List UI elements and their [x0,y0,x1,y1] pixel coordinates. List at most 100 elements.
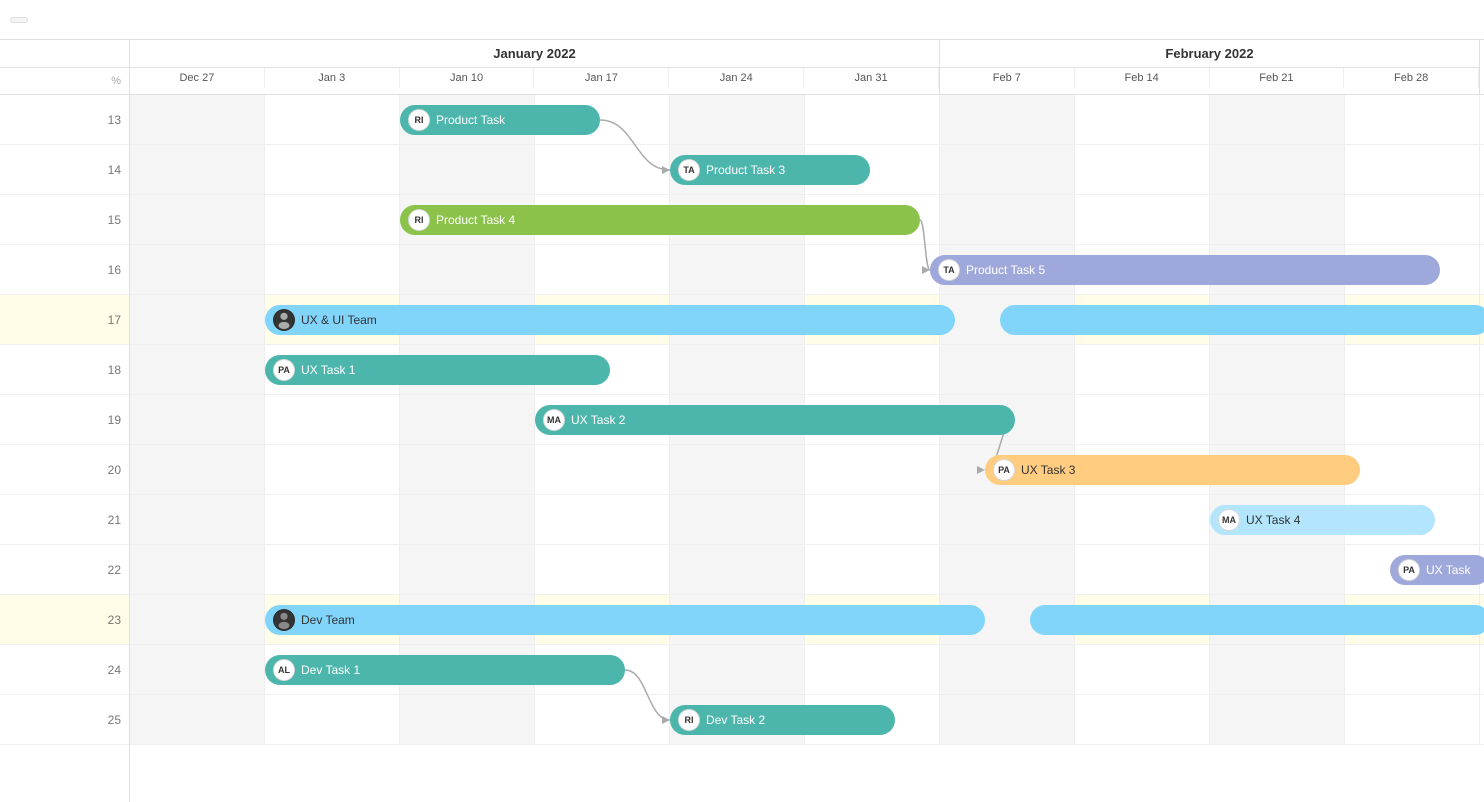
grid-cell [805,195,940,244]
grid-row [130,395,1484,445]
grid-cell [805,395,940,444]
grid-cell [1345,495,1480,544]
grid-cell [670,395,805,444]
grid-cell [130,295,265,344]
grid-cell [535,195,670,244]
grid-cell [535,395,670,444]
grid-cell [1210,545,1345,594]
grid-cell [940,295,1075,344]
grid-cell [535,295,670,344]
grid-cell [1075,695,1210,744]
grid-cell [400,345,535,394]
grid-cell [805,645,940,694]
grid-cell [670,545,805,594]
row-number: 20 [0,445,129,495]
row-number: 13 [0,95,129,145]
grid-cell [130,445,265,494]
grid-cell [130,145,265,194]
grid-cell [805,145,940,194]
grid-cell [1075,595,1210,644]
grid-cell [670,195,805,244]
week-label: Jan 3 [265,68,400,88]
grid-cell [1075,245,1210,294]
grid-cell [265,95,400,144]
grid-cell [130,495,265,544]
row-number: 16 [0,245,129,295]
month-label: February 2022 [940,40,1479,68]
grid-cell [1345,695,1480,744]
grid-cell [1210,495,1345,544]
grid-row [130,145,1484,195]
grid-row [130,245,1484,295]
app-header [0,0,1484,40]
grid-cell [805,495,940,544]
grid-cell [130,645,265,694]
row-number: 24 [0,645,129,695]
grid-cell [1210,695,1345,744]
grid-cell [670,95,805,144]
gantt-body: 13141516171819202122232425 RIProduct Tas… [0,95,1484,802]
grid-cell [670,245,805,294]
grid-cell [940,695,1075,744]
row-number: 23 [0,595,129,645]
grid-cell [1210,145,1345,194]
grid-cell [535,95,670,144]
grid-cell [400,395,535,444]
grid-cell [805,695,940,744]
grid-cell [1345,145,1480,194]
grid-cell [1345,595,1480,644]
week-label: Jan 17 [534,68,669,88]
grid-cell [1075,545,1210,594]
grid-cell [535,695,670,744]
week-label: Dec 27 [130,68,265,88]
grid-cell [535,495,670,544]
row-number: 25 [0,695,129,745]
grid-cell [1210,645,1345,694]
grid-cell [1075,95,1210,144]
grid-cell [805,295,940,344]
month-label: January 2022 [130,40,939,68]
grid-cell [940,145,1075,194]
grid-row [130,545,1484,595]
grid-cell [1075,145,1210,194]
grid-cell [670,695,805,744]
fx-logo [10,17,28,23]
grid-rows [130,95,1484,802]
grid-cell [1345,295,1480,344]
row-number: 14 [0,145,129,195]
grid-cell [940,95,1075,144]
grid-cell [130,695,265,744]
row-number: 22 [0,545,129,595]
week-label: Feb 14 [1075,68,1210,88]
grid-cell [1075,495,1210,544]
grid-cell [400,145,535,194]
grid-cell [400,95,535,144]
grid-cell [265,445,400,494]
week-label: Feb 21 [1210,68,1345,88]
grid-cell [400,595,535,644]
grid-cell [670,595,805,644]
grid-cell [130,345,265,394]
grid-cell [1210,345,1345,394]
row-number: 18 [0,345,129,395]
grid-cell [265,545,400,594]
row-number: 17 [0,295,129,345]
grid-cell [1345,345,1480,394]
grid-cell [265,345,400,394]
grid-cell [670,145,805,194]
grid-cell [265,695,400,744]
grid-cell [1345,95,1480,144]
timeline-header: % January 2022Dec 27Jan 3Jan 10Jan 17Jan… [0,40,1484,95]
grid-cell [130,195,265,244]
grid-cell [670,345,805,394]
grid-cell [1210,245,1345,294]
month-group: February 2022Feb 7Feb 14Feb 21Feb 28 [940,40,1480,94]
grid-cell [1075,295,1210,344]
grid-row [130,645,1484,695]
months-row: January 2022Dec 27Jan 3Jan 10Jan 17Jan 2… [130,40,1484,94]
grid-row [130,195,1484,245]
grid-cell [400,445,535,494]
row-labels: 13141516171819202122232425 [0,95,130,802]
grid-cell [535,245,670,294]
grid-row [130,345,1484,395]
